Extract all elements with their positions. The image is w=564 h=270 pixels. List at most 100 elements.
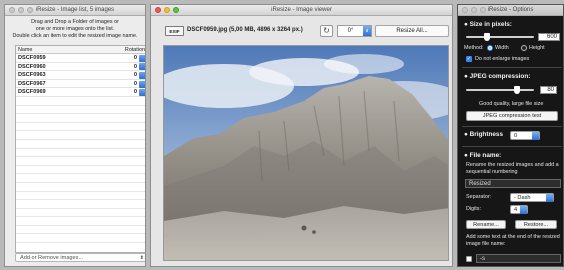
zoom-window-button[interactable] <box>27 7 33 13</box>
table-row[interactable]: DSCF0967 0 <box>16 80 145 89</box>
table-header: Name Rotation <box>16 46 145 54</box>
minimize-window-button[interactable] <box>18 7 24 13</box>
chevron-updown-icon: ⬍ <box>363 26 371 36</box>
empty-row <box>16 97 145 106</box>
separator-select[interactable]: - Dash <box>510 193 554 202</box>
rotate-button[interactable]: ↻ <box>320 25 333 37</box>
rotation-stepper[interactable] <box>139 89 145 97</box>
minimize-window-button[interactable] <box>471 7 477 13</box>
rotation-cell: 0 <box>133 80 137 87</box>
image-viewer-titlebar: iResize - Image viewer <box>151 5 452 16</box>
rotation-angle-select[interactable]: 0° ⬍ <box>337 25 372 37</box>
empty-row <box>16 140 145 149</box>
resize-all-button[interactable]: Resize All... <box>375 25 449 37</box>
image-name-cell: DSCF0963 <box>18 72 46 79</box>
column-header-rotation[interactable]: Rotation <box>125 46 145 53</box>
jpeg-slider[interactable] <box>466 86 534 94</box>
empty-row <box>16 149 145 158</box>
chevron-updown-icon: ⬍ <box>139 255 144 261</box>
rotation-cell: 0 <box>133 72 137 79</box>
instruction-line: Double click an item to edit the resized… <box>12 33 138 39</box>
rotation-stepper[interactable] <box>139 63 145 71</box>
instruction-line: Drag and Drop a Folder of images or <box>31 19 119 25</box>
rotation-stepper[interactable] <box>139 80 145 88</box>
image-preview <box>163 45 449 261</box>
image-list-title: iResize - Image list, 5 images <box>35 7 115 13</box>
do-not-enlarge-checkbox[interactable]: ✓ <box>466 56 472 62</box>
options-window: iResize - Options ● Size in pixels: 600 … <box>457 4 564 267</box>
suffix-field[interactable]: -s <box>476 254 561 263</box>
rotation-cell: 0 <box>133 63 137 70</box>
empty-row <box>16 234 145 244</box>
options-titlebar: iResize - Options <box>458 5 563 16</box>
minimize-window-button[interactable] <box>164 7 170 13</box>
divider <box>462 67 562 68</box>
rotate-icon: ↻ <box>323 26 330 35</box>
jpeg-compression-test-button[interactable]: JPEG compression test <box>466 111 558 121</box>
add-remove-images-popup[interactable]: Add or Remove images... ⬍ <box>15 253 145 262</box>
size-section-title: ● Size in pixels: <box>464 21 512 28</box>
rotation-stepper[interactable] <box>139 71 145 79</box>
table-row[interactable]: DSCF0959 0 <box>16 54 145 63</box>
exif-button[interactable]: EXIF <box>165 26 184 36</box>
instruction-line: one or more images onto the list. <box>35 26 115 32</box>
suffix-checkbox[interactable] <box>466 256 472 262</box>
digits-label: Digits: <box>466 206 481 212</box>
sand-dune-photo <box>164 46 448 260</box>
column-header-name[interactable]: Name <box>18 46 32 53</box>
jpeg-title-text: JPEG compression: <box>469 73 531 80</box>
close-window-button[interactable] <box>462 7 468 13</box>
height-radio[interactable] <box>521 45 527 51</box>
close-window-button[interactable] <box>155 7 161 13</box>
size-slider[interactable] <box>466 33 534 41</box>
digits-value: 4 <box>514 207 518 213</box>
filename-note: Rename the resized images and add a sequ… <box>466 162 559 175</box>
divider <box>462 126 562 127</box>
image-table[interactable]: Name Rotation DSCF0959 0 DSCF0960 0 DSCF0963… <box>15 45 145 253</box>
image-name-cell: DSCF0967 <box>18 80 46 87</box>
angle-value: 0° <box>347 28 354 34</box>
image-list-window: iResize - Image list, 5 images Drag and … <box>4 4 146 267</box>
digits-select[interactable]: 4 <box>510 205 528 214</box>
add-remove-label: Add or Remove images... <box>20 255 84 261</box>
size-value-field[interactable]: 600 <box>538 33 560 41</box>
empty-row <box>16 157 145 166</box>
size-slider-knob[interactable] <box>484 33 490 41</box>
image-name-cell: DSCF0959 <box>18 55 46 61</box>
image-name-cell: DSCF0960 <box>18 63 46 70</box>
file-info: DSCF0959.jpg (5,00 MB, 4896 x 3264 px.) <box>187 27 303 33</box>
rotation-stepper[interactable] <box>139 54 145 62</box>
base-name-field[interactable]: Resized <box>465 179 561 188</box>
image-viewer-window: iResize - Image viewer EXIF DSCF0959.jpg… <box>150 4 453 267</box>
empty-row <box>16 192 145 201</box>
close-window-button[interactable] <box>9 7 15 13</box>
restore-button[interactable]: Restore... <box>515 220 557 229</box>
size-title-text: Size in pixels: <box>469 21 512 28</box>
zoom-window-button[interactable] <box>173 7 179 13</box>
brightness-select[interactable]: 0 <box>510 131 540 140</box>
suffix-note: Add some text at the end of the resized … <box>466 234 560 247</box>
window-controls <box>155 7 179 13</box>
table-row[interactable]: DSCF0963 0 <box>16 71 145 80</box>
table-row[interactable]: DSCF0960 0 <box>16 63 145 72</box>
rename-button[interactable]: Rename... <box>466 220 506 229</box>
method-label: Method: <box>464 45 484 51</box>
width-radio[interactable] <box>487 45 493 51</box>
empty-row <box>16 123 145 132</box>
jpeg-slider-knob[interactable] <box>514 86 520 94</box>
empty-row <box>16 114 145 123</box>
zoom-window-button[interactable] <box>480 7 486 13</box>
rotation-cell: 0 <box>133 89 137 96</box>
image-name-cell: DSCF0969 <box>18 89 46 96</box>
jpeg-quality-note: Good quality, large file size <box>479 101 544 107</box>
rotation-cell: 0 <box>133 55 137 61</box>
empty-row <box>16 217 145 226</box>
jpeg-value-field[interactable]: 80 <box>540 86 557 94</box>
separator-label: Separator: <box>466 194 492 200</box>
empty-row <box>16 106 145 115</box>
empty-row <box>16 183 145 192</box>
brightness-title-text: Brightness <box>469 131 504 138</box>
table-row[interactable]: DSCF0969 0 <box>16 88 145 97</box>
do-not-enlarge-label: Do not enlarge images <box>475 56 530 62</box>
empty-row <box>16 226 145 235</box>
